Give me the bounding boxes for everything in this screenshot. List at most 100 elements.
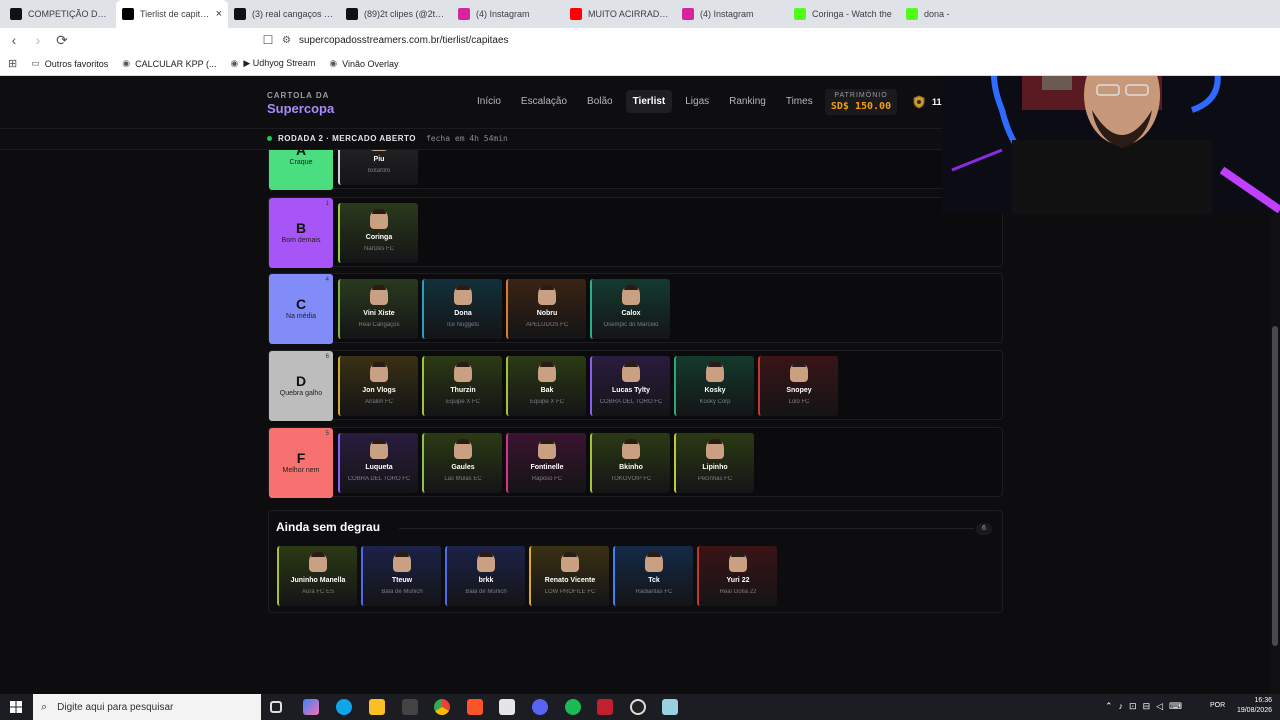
- bookmark-item[interactable]: ◉ Vinão Overlay: [329, 58, 398, 69]
- player-card[interactable]: Lipinho Pecinhas FC: [674, 433, 754, 493]
- apps-icon[interactable]: [402, 699, 418, 715]
- site-info-icon[interactable]: ⚙: [282, 35, 291, 46]
- bookmark-label: CALCULAR KPP (...: [135, 58, 217, 69]
- nav-tierlist[interactable]: Tierlist: [625, 90, 673, 113]
- player-card[interactable]: Bak Equipe X FC: [506, 356, 586, 416]
- bookmark-item[interactable]: ◉ CALCULAR KPP (...: [122, 58, 216, 69]
- copilot-icon[interactable]: [303, 699, 319, 715]
- scrollbar-thumb[interactable]: [1272, 326, 1278, 646]
- edge-icon[interactable]: [336, 699, 352, 715]
- player-card[interactable]: Lucas Tylty COBRA DEL TORO FC: [590, 356, 670, 416]
- player-name: Gaules: [451, 464, 475, 471]
- player-card[interactable]: Bkinho TOKOVOIP FC: [590, 433, 670, 493]
- player-avatar: [370, 362, 388, 382]
- browser-tab[interactable]: COMPETIÇÃO DE COP: [4, 0, 116, 28]
- tab-title: COMPETIÇÃO DE COP: [28, 9, 110, 19]
- nav-escalacao[interactable]: Escalação: [514, 90, 574, 113]
- nav-inicio[interactable]: Início: [470, 90, 508, 113]
- windows-start-icon[interactable]: [10, 701, 22, 713]
- system-tray-icons[interactable]: ⌃♪⊡⊟◁⌨: [1105, 701, 1188, 712]
- browser-tab[interactable]: Coringa - Watch the: [788, 0, 900, 28]
- browser-tab[interactable]: (3) real cangaços - Se: [228, 0, 340, 28]
- nav-ranking[interactable]: Ranking: [722, 90, 773, 113]
- vegas-icon[interactable]: [499, 699, 515, 715]
- browser-tab[interactable]: (4) Instagram: [452, 0, 564, 28]
- player-avatar: [454, 362, 472, 382]
- nav-times[interactable]: Times: [779, 90, 820, 113]
- player-card[interactable]: Snopey Lolô FC: [758, 356, 838, 416]
- player-card[interactable]: Calox Osempic do Marcelo: [590, 279, 670, 339]
- close-tab-icon[interactable]: ×: [216, 8, 222, 20]
- browser-tab[interactable]: Tierlist de capitãe ×: [116, 0, 228, 28]
- taskbar-search[interactable]: ⌕ Digite aqui para pesquisar: [33, 694, 261, 720]
- tier-description: Melhor nem: [282, 467, 320, 474]
- obs-icon[interactable]: [630, 699, 646, 715]
- player-avatar: [622, 285, 640, 305]
- player-name: Jon Vlogs: [362, 387, 396, 394]
- player-card[interactable]: Renato Vicente LOW PROFILE FC: [529, 546, 609, 606]
- file-explorer-icon[interactable]: [369, 699, 385, 715]
- discord-icon[interactable]: [532, 699, 548, 715]
- player-team: Raposo FC: [531, 476, 563, 482]
- player-card[interactable]: Kosky Kosky Corp: [674, 356, 754, 416]
- player-name: brkk: [478, 577, 494, 584]
- tier-cards: Luqueta COBRA DEL TORO FC Gaules Las Mulas …: [338, 433, 754, 493]
- nav-ligas[interactable]: Ligas: [678, 90, 716, 113]
- player-card[interactable]: Yuri 22 Real Gotiá 22: [697, 546, 777, 606]
- site-logo[interactable]: CARTOLA DA Supercopa: [267, 91, 334, 116]
- forward-arrow-icon[interactable]: ›: [28, 30, 48, 50]
- task-view-icon[interactable]: [270, 701, 282, 713]
- team-shield-icon[interactable]: [912, 95, 926, 109]
- player-card[interactable]: Vini Xiste Real Cangaços: [338, 279, 418, 339]
- player-card[interactable]: Tck Radiantas FC: [613, 546, 693, 606]
- player-team: Real Cangaços: [358, 322, 400, 328]
- player-avatar: [790, 362, 808, 382]
- player-card[interactable]: Jon Vlogs Alralim FC: [338, 356, 418, 416]
- player-avatar: [645, 552, 663, 572]
- back-arrow-icon[interactable]: ‹: [4, 30, 24, 50]
- language-indicator[interactable]: POR: [1210, 702, 1225, 709]
- player-team: Botafofo: [367, 168, 391, 174]
- player-team: Kosky Corp: [699, 399, 731, 405]
- spotify-icon[interactable]: [565, 699, 581, 715]
- chrome-icon[interactable]: [434, 699, 450, 715]
- player-card[interactable]: Thurzin Equipe X FC: [422, 356, 502, 416]
- nav-bolao[interactable]: Bolão: [580, 90, 620, 113]
- player-name: Tteuw: [391, 577, 413, 584]
- globe-icon: ◉: [329, 58, 338, 68]
- player-card[interactable]: Dona Ice Nuggets: [422, 279, 502, 339]
- player-card[interactable]: Tteuw Bala de Munich: [361, 546, 441, 606]
- bookmark-item[interactable]: ▭ Outros favoritos: [31, 58, 108, 69]
- bookmark-star-icon[interactable]: ☐: [258, 30, 278, 50]
- clock-date: 19/08/2026: [1236, 707, 1272, 714]
- clock[interactable]: 16:36 19/08/2026: [1237, 696, 1272, 716]
- player-card[interactable]: Luqueta COBRA DEL TORO FC: [338, 433, 418, 493]
- player-card[interactable]: brkk Bala de Munich: [445, 546, 525, 606]
- player-team: TOKOVOIP FC: [610, 476, 652, 482]
- bookmark-label: ▶ Udhyog Stream: [243, 58, 316, 68]
- url-bar[interactable]: ⚙ supercopadosstreamers.com.br/tierlist/…: [282, 32, 509, 48]
- player-card[interactable]: Fontinelle Raposo FC: [506, 433, 586, 493]
- x-logo-icon: [234, 8, 246, 20]
- browser-tab[interactable]: MUITO ACIRRADO! FI: [564, 0, 676, 28]
- main-nav: Início Escalação Bolão Tierlist Ligas Ranking…: [470, 90, 820, 113]
- browser-tab[interactable]: (4) Instagram: [676, 0, 788, 28]
- player-name: Fontinelle: [530, 464, 564, 471]
- player-card[interactable]: Juninho Manella Aura FC ES: [277, 546, 357, 606]
- bookmark-item[interactable]: ◉ ▶ Udhyog Stream: [231, 58, 316, 69]
- player-card[interactable]: Gaules Las Mulas EC: [422, 433, 502, 493]
- player-card[interactable]: Nobru APELUDOS FC: [506, 279, 586, 339]
- round-countdown: fecha em 4h 54min: [425, 134, 508, 143]
- player-name: Bak: [540, 387, 554, 394]
- voice-mod-icon[interactable]: [597, 699, 613, 715]
- tier-row-b: B Bom demais 1 Coringa Narizes FC: [268, 197, 1003, 268]
- apps-grid-icon[interactable]: ⊞: [8, 57, 17, 70]
- brave-icon[interactable]: [467, 699, 483, 715]
- reload-icon[interactable]: ⟳: [52, 30, 72, 50]
- browser-tab[interactable]: (89)2t clipes (@2t.clip: [340, 0, 452, 28]
- tier-cards: Jon Vlogs Alralim FC Thurzin Equipe X FC Bak…: [338, 356, 838, 416]
- player-card[interactable]: Coringa Narizes FC: [338, 203, 418, 263]
- browser-tab[interactable]: dona -: [900, 0, 1012, 28]
- tier-description: Bom demais: [281, 237, 321, 244]
- notepad-icon[interactable]: [662, 699, 678, 715]
